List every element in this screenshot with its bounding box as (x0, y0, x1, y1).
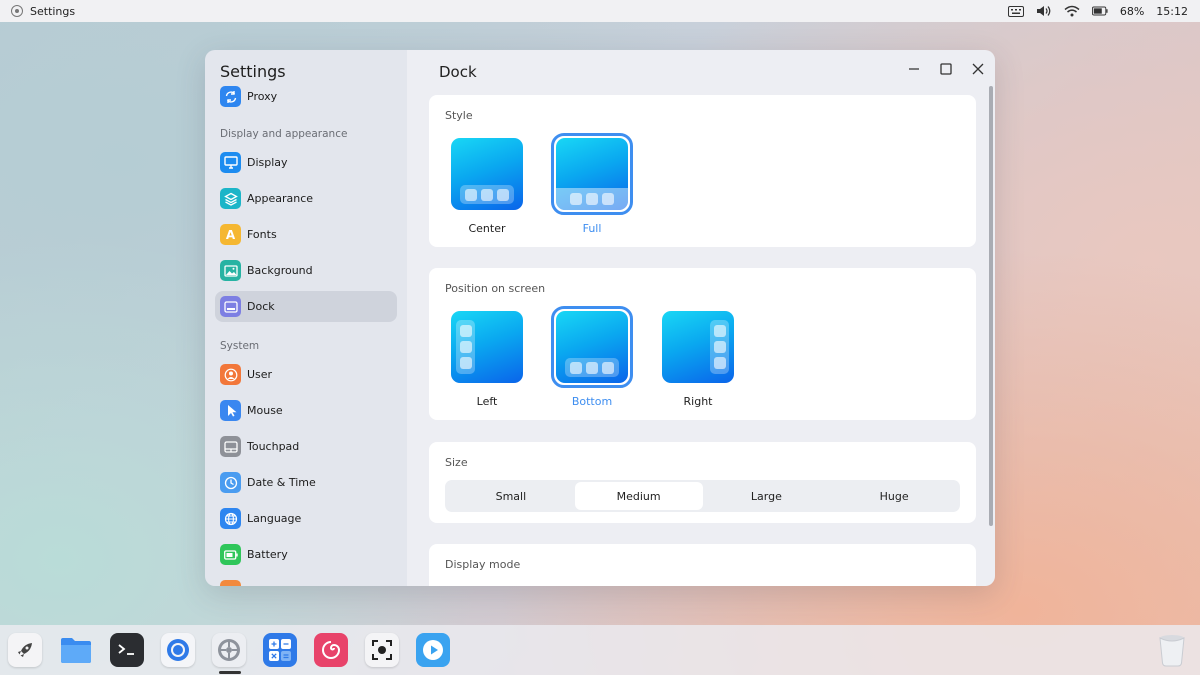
sidebar-item-label: User (247, 368, 273, 381)
size-medium-button[interactable]: Medium (574, 482, 703, 510)
monitor-icon (220, 152, 241, 173)
volume-icon[interactable] (1036, 4, 1052, 18)
sidebar-item-mouse[interactable]: Mouse (215, 395, 397, 426)
style-option-label: Center (468, 222, 506, 235)
calculator-icon[interactable] (263, 633, 297, 667)
file-manager-icon[interactable] (59, 633, 93, 667)
position-left-preview (446, 306, 528, 388)
cursor-icon (220, 400, 241, 421)
layers-icon (220, 188, 241, 209)
scrollbar[interactable] (989, 86, 993, 526)
display-mode-label: Display mode (445, 558, 521, 571)
user-icon (220, 364, 241, 385)
sidebar-item-proxy[interactable]: Proxy (215, 81, 397, 112)
sidebar-item-label: Touchpad (247, 440, 300, 453)
image-icon (220, 260, 241, 281)
sidebar-item-label: Battery (247, 548, 288, 561)
touchpad-icon (220, 436, 241, 457)
position-bottom-preview (551, 306, 633, 388)
settings-gear-icon[interactable] (212, 633, 246, 667)
sidebar-item-partial[interactable] (215, 575, 397, 586)
position-label: Position on screen (445, 282, 546, 295)
size-small-button[interactable]: Small (447, 482, 575, 510)
screenshot-icon[interactable] (365, 633, 399, 667)
minimize-button[interactable] (904, 59, 924, 79)
wifi-icon[interactable] (1064, 4, 1080, 18)
sidebar-item-label: Dock (247, 300, 275, 313)
position-option-right[interactable]: Right (657, 306, 739, 408)
style-label: Style (445, 109, 473, 122)
sidebar-item-label: Language (247, 512, 302, 525)
style-center-preview (446, 133, 528, 215)
position-right-preview (657, 306, 739, 388)
sidebar-title: Settings (220, 62, 286, 81)
clock-icon (220, 472, 241, 493)
battery-status-icon[interactable] (1091, 4, 1108, 18)
size-label: Size (445, 456, 468, 469)
sidebar-item-user[interactable]: User (215, 359, 397, 390)
sidebar: Settings Proxy Display and appearance Di… (205, 50, 407, 586)
sidebar-item-label: Mouse (247, 404, 283, 417)
active-app-name: Settings (30, 4, 76, 18)
sidebar-item-touchpad[interactable]: Touchpad (215, 431, 397, 462)
position-option-label: Right (683, 395, 713, 408)
section-system: System (220, 340, 260, 352)
style-full-preview (551, 133, 633, 215)
settings-window: Settings Proxy Display and appearance Di… (205, 50, 995, 586)
content-panel: Dock Style Center Full Position on scree… (407, 50, 995, 586)
globe-icon (220, 508, 241, 529)
style-option-full[interactable]: Full (551, 133, 633, 235)
video-player-icon[interactable] (416, 633, 450, 667)
sidebar-item-label: Background (247, 264, 313, 277)
position-option-bottom[interactable]: Bottom (551, 306, 633, 408)
sidebar-item-label: Display (247, 156, 288, 169)
sidebar-item-label: Date & Time (247, 476, 316, 489)
font-icon: A (220, 224, 241, 245)
sidebar-item-dock[interactable]: Dock (215, 291, 397, 322)
size-huge-button[interactable]: Huge (830, 482, 958, 510)
page-title: Dock (439, 63, 477, 81)
deepin-store-icon[interactable] (314, 633, 348, 667)
dock-icon (220, 296, 241, 317)
launcher-rocket-icon[interactable] (8, 633, 42, 667)
sidebar-item-label: Fonts (247, 228, 277, 241)
size-card: Size Small Medium Large Huge (429, 442, 976, 523)
size-segmented-control: Small Medium Large Huge (445, 480, 960, 512)
section-display-appearance: Display and appearance (220, 128, 348, 140)
battery-icon (220, 544, 241, 565)
sidebar-item-appearance[interactable]: Appearance (215, 183, 397, 214)
clock-time[interactable]: 15:12 (1156, 5, 1188, 18)
browser-icon[interactable] (161, 633, 195, 667)
display-mode-card: Display mode (429, 544, 976, 586)
position-option-label: Left (476, 395, 498, 408)
style-option-center[interactable]: Center (446, 133, 528, 235)
sidebar-item-label: Appearance (247, 192, 314, 205)
power-icon (220, 580, 241, 586)
sidebar-item-background[interactable]: Background (215, 255, 397, 286)
trash-icon[interactable] (1155, 633, 1189, 667)
dock (0, 625, 1200, 675)
running-indicator (219, 671, 241, 674)
sidebar-item-language[interactable]: Language (215, 503, 397, 534)
top-panel: Settings 68% 15:12 (0, 0, 1200, 22)
position-card: Position on screen Left Bottom Right (429, 268, 976, 420)
maximize-button[interactable] (936, 59, 956, 79)
app-logo-icon (11, 5, 23, 17)
position-option-left[interactable]: Left (446, 306, 528, 408)
sidebar-item-display[interactable]: Display (215, 147, 397, 178)
position-option-label: Bottom (571, 395, 613, 408)
sidebar-item-fonts[interactable]: A Fonts (215, 219, 397, 250)
style-option-label: Full (582, 222, 602, 235)
close-button[interactable] (968, 59, 988, 79)
terminal-icon[interactable] (110, 633, 144, 667)
sidebar-item-date-time[interactable]: Date & Time (215, 467, 397, 498)
battery-percentage[interactable]: 68% (1120, 5, 1144, 18)
sidebar-item-label: Proxy (247, 90, 278, 103)
style-card: Style Center Full (429, 95, 976, 247)
sync-icon (220, 86, 241, 107)
sidebar-item-battery[interactable]: Battery (215, 539, 397, 570)
keyboard-icon[interactable] (1007, 4, 1024, 18)
size-large-button[interactable]: Large (703, 482, 831, 510)
